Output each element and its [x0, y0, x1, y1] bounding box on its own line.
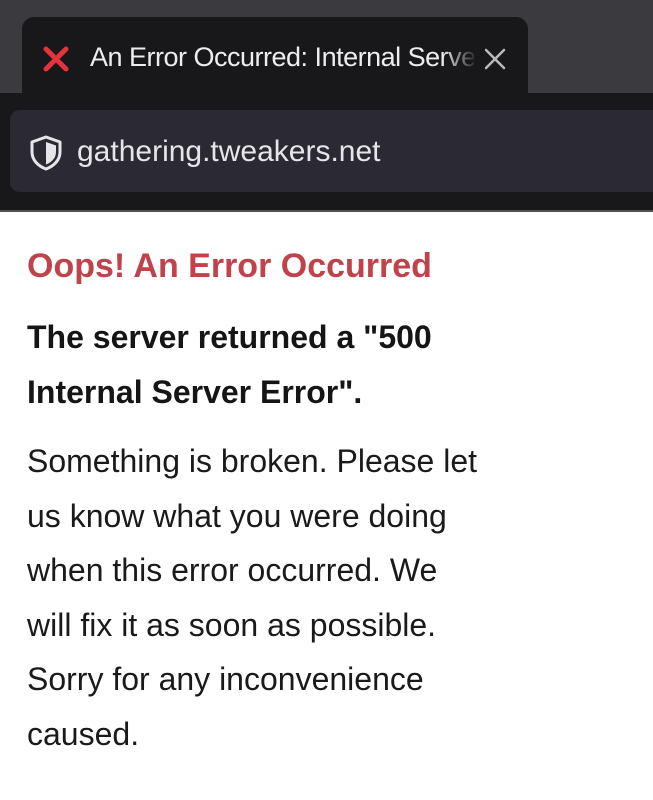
tab-title: An Error Occurred: Internal Server Error [90, 42, 474, 72]
tab-strip: An Error Occurred: Internal Server Error [0, 0, 653, 93]
url-bar[interactable]: gathering.tweakers.net [10, 110, 653, 192]
error-message-line: caused. [27, 715, 140, 752]
tab-title-fade [442, 37, 478, 77]
url-text[interactable]: gathering.tweakers.net [77, 130, 381, 174]
error-message-line: us know what you were doing [27, 497, 447, 534]
error-subtitle-line: The server returned a "500 [27, 319, 432, 355]
shield-icon[interactable] [29, 135, 63, 171]
error-message: Something is broken. Please let us know … [27, 434, 627, 761]
close-icon[interactable] [480, 44, 510, 74]
error-x-icon [42, 45, 70, 73]
error-message-line: will fix it as soon as possible. [27, 606, 437, 643]
error-subtitle: The server returned a "500 Internal Serv… [27, 310, 617, 420]
browser-chrome: An Error Occurred: Internal Server Error… [0, 0, 653, 212]
error-message-line: when this error occurred. We [27, 552, 438, 588]
error-message-line: Something is broken. Please let [27, 443, 478, 479]
error-page: Oops! An Error Occurred The server retur… [0, 212, 653, 800]
error-subtitle-line: Internal Server Error". [27, 374, 363, 410]
tab-error-page[interactable]: An Error Occurred: Internal Server Error [22, 17, 528, 93]
error-title: Oops! An Error Occurred [27, 247, 432, 285]
error-message-line: Sorry for any inconvenience [27, 661, 424, 697]
